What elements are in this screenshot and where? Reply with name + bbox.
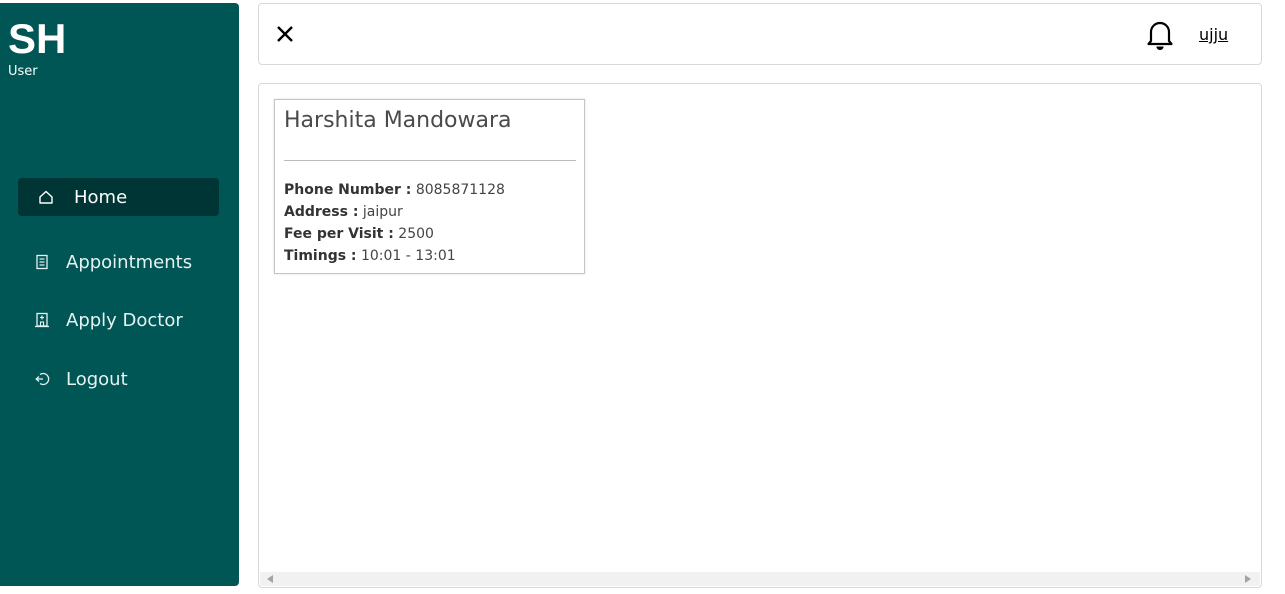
user-role: User (8, 64, 38, 79)
sidebar-item-label: Appointments (66, 251, 193, 273)
main-content: Harshita Mandowara Phone Number : 808587… (258, 83, 1262, 588)
brand: SH User (8, 17, 66, 80)
fee-label: Fee per Visit : (284, 226, 394, 242)
sidebar-item-home[interactable]: Home (18, 178, 219, 216)
scroll-left-arrow-icon[interactable] (267, 575, 273, 583)
timings-value: 10:01 - 13:01 (360, 248, 456, 264)
scroll-right-arrow-icon[interactable] (1245, 575, 1251, 583)
list-icon (18, 254, 66, 270)
address-row: Address : jaipur (284, 201, 505, 223)
top-header: ujju (258, 3, 1262, 65)
phone-label: Phone Number : (284, 182, 412, 198)
sidebar-item-label: Home (74, 186, 128, 208)
address-label: Address : (284, 204, 359, 220)
timings-row: Timings : 10:01 - 13:01 (284, 245, 505, 267)
brand-logo: SH (8, 15, 67, 62)
doctor-card[interactable]: Harshita Mandowara Phone Number : 808587… (274, 99, 585, 274)
home-icon (18, 189, 74, 205)
doctor-name: Harshita Mandowara (284, 108, 512, 133)
sidebar-item-apply-doctor[interactable]: Apply Doctor (18, 301, 219, 339)
fee-row: Fee per Visit : 2500 (284, 223, 505, 245)
sidebar: SH User Home Appointments Apply Doctor L… (0, 3, 239, 586)
doctor-details: Phone Number : 8085871128 Address : jaip… (284, 179, 505, 267)
sidebar-item-logout[interactable]: Logout (18, 360, 219, 398)
close-icon[interactable] (275, 24, 295, 44)
phone-row: Phone Number : 8085871128 (284, 179, 505, 201)
phone-value: 8085871128 (415, 182, 505, 198)
sidebar-item-label: Apply Doctor (66, 309, 183, 331)
user-profile-link[interactable]: ujju (1199, 25, 1228, 44)
fee-value: 2500 (398, 226, 434, 242)
sidebar-item-appointments[interactable]: Appointments (18, 243, 219, 281)
hospital-icon (18, 312, 66, 328)
horizontal-scrollbar[interactable] (260, 572, 1260, 586)
card-divider (284, 160, 576, 161)
timings-label: Timings : (284, 248, 357, 264)
bell-icon[interactable] (1146, 19, 1174, 51)
sidebar-item-label: Logout (66, 368, 128, 390)
logout-icon (18, 371, 66, 387)
address-value: jaipur (362, 204, 403, 220)
